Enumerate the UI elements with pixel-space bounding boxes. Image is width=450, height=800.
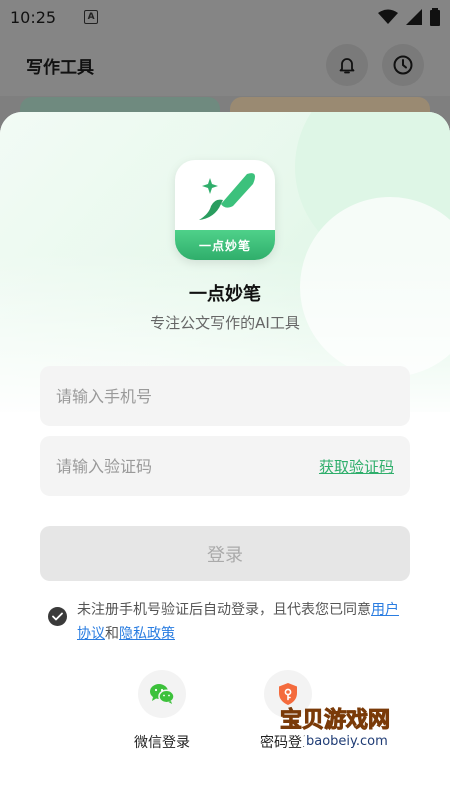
phone-input[interactable]	[56, 386, 394, 406]
watermark-text: 宝贝游戏网	[279, 708, 391, 734]
app-logo: 一点妙笔	[175, 160, 275, 260]
agreement: 未注册手机号验证后自动登录，且代表您已同意用户协议和隐私政策	[48, 598, 408, 646]
app-name: 一点妙笔	[189, 284, 261, 305]
agree-checkbox[interactable]	[48, 607, 67, 626]
bell-icon	[339, 58, 355, 74]
status-time: 10:25	[10, 7, 57, 27]
app-slogan: 专注公文写作的AI工具	[150, 314, 300, 332]
status-icons	[378, 8, 440, 26]
notification-button[interactable]	[326, 44, 368, 86]
agreement-and: 和	[105, 626, 119, 642]
agreement-text: 未注册手机号验证后自动登录，且代表您已同意用户协议和隐私政策	[77, 598, 408, 646]
header-actions	[326, 44, 424, 86]
login-button[interactable]: 登录	[40, 526, 410, 581]
code-input[interactable]	[56, 456, 319, 476]
code-field[interactable]: 获取验证码	[40, 436, 410, 496]
wechat-login-button[interactable]	[138, 670, 186, 718]
app-header: 写作工具	[0, 34, 450, 96]
wechat-login[interactable]: 微信登录	[112, 670, 212, 752]
watermark-url: baobeiy.com	[302, 734, 392, 749]
page-title: 写作工具	[26, 57, 94, 78]
agreement-prefix: 未注册手机号验证后自动登录，且代表您已同意	[77, 602, 371, 618]
wifi-icon	[378, 9, 398, 24]
notification-a-icon: A	[84, 10, 99, 24]
brush-icon	[199, 173, 255, 220]
wechat-login-label: 微信登录	[134, 735, 190, 751]
clock-icon	[393, 55, 413, 75]
history-button[interactable]	[382, 44, 424, 86]
watermark: 宝贝游戏网 baobeiy.com	[279, 702, 430, 788]
status-bar: 10:25 A	[0, 0, 450, 34]
wechat-icon	[150, 684, 175, 704]
login-sheet: 一点妙笔 一点妙笔 专注公文写作的AI工具 获取验证码 登录 未注册手机号验证后…	[0, 112, 450, 800]
logo-text: 一点妙笔	[198, 238, 251, 253]
sheet-content: 一点妙笔 一点妙笔 专注公文写作的AI工具 获取验证码 登录 未注册手机号验证后…	[0, 112, 450, 800]
phone-field[interactable]	[40, 366, 410, 426]
get-code-button[interactable]: 获取验证码	[319, 456, 394, 477]
battery-icon	[430, 8, 440, 26]
privacy-policy-link[interactable]: 隐私政策	[119, 626, 175, 642]
signal-icon	[406, 9, 422, 25]
logo-band: 一点妙笔	[175, 230, 275, 260]
check-icon	[52, 612, 63, 621]
